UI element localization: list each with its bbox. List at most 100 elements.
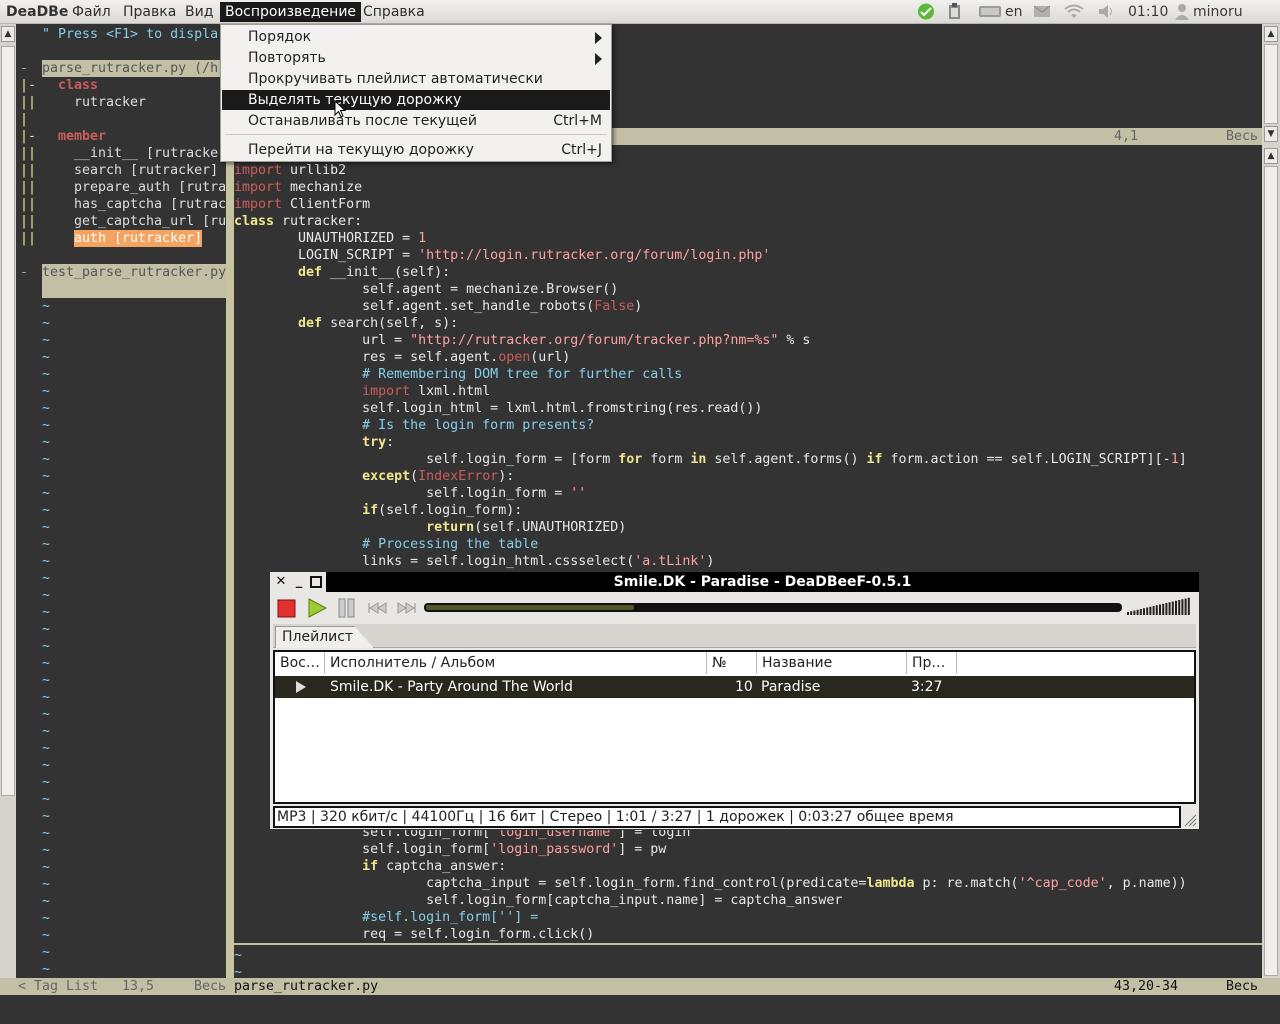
code-line: import urllib2 (234, 163, 347, 178)
column-header-duration[interactable]: Пр… (907, 652, 957, 674)
menu-view[interactable]: Вид (180, 2, 218, 22)
vim-command-line[interactable] (0, 995, 1280, 1024)
menu-file[interactable]: Файл (67, 2, 116, 22)
previous-icon[interactable] (367, 598, 387, 618)
right-scrollbar-thumb-lower[interactable] (1264, 166, 1278, 976)
clipboard-icon[interactable] (946, 3, 964, 20)
left-scrollbar-thumb[interactable] (1, 46, 15, 796)
code-line: self.login_form['login_password'] = pw (234, 842, 667, 857)
keyboard-layout[interactable]: en (1005, 4, 1023, 20)
app-name: DeaDBe (6, 4, 69, 20)
editor-pane[interactable]: 4,1 Весь import urllib2 import mechanize i… (234, 24, 1262, 978)
tab-playlist[interactable]: Плейлист (275, 626, 375, 648)
empty-line-marker: ~ (42, 605, 51, 620)
window-title: Smile.DK - Paradise - DeaDBeeF-0.5.1 (613, 574, 912, 590)
code-line: import ClientForm (234, 197, 371, 212)
menu-item-order[interactable]: Порядок (222, 27, 610, 47)
empty-line-marker: ~ (42, 384, 51, 399)
playback-dropdown-menu[interactable]: Порядок Повторять Прокручивать плейлист … (220, 24, 612, 162)
left-scrollbar[interactable]: ▲ ▼ (0, 24, 16, 998)
volume-icon[interactable] (1097, 3, 1115, 20)
code-line: url = "http://rutracker.org/forum/tracke… (234, 333, 811, 348)
stop-icon[interactable] (277, 598, 297, 618)
menu-edit[interactable]: Правка (118, 2, 181, 22)
taglist-file-1[interactable]: parse_rutracker.py (/h (42, 60, 226, 77)
empty-line-marker: ~ (42, 520, 51, 535)
column-header-title[interactable]: Название (757, 652, 907, 674)
column-header-playing[interactable]: Вос… (275, 652, 325, 674)
empty-line-marker: ~ (42, 690, 51, 705)
taglist-member[interactable]: __init__ [rutracke (74, 145, 218, 162)
empty-line-marker: ~ (42, 452, 51, 467)
menu-item-jump-to-current[interactable]: Перейти на текущую дорожку Ctrl+J (222, 140, 610, 160)
taglist-member[interactable]: get_captcha_url [ru (74, 213, 226, 230)
empty-line-marker: ~ (42, 928, 51, 943)
player-toolbar (270, 594, 1199, 622)
play-icon[interactable] (307, 598, 327, 618)
volume-step (1136, 609, 1139, 615)
table-row[interactable]: Smile.DK - Party Around The World 10 Par… (275, 676, 1194, 698)
user-name[interactable]: minoru (1193, 4, 1243, 20)
taglist-member-selected[interactable]: auth [rutracker] (74, 230, 203, 247)
code-line: # Processing the table (362, 537, 539, 552)
empty-line-marker: ~ (42, 639, 51, 654)
code-line: self.agent = mechanize.Browser() (234, 282, 619, 297)
taglist-class-item[interactable]: rutracker (74, 94, 146, 111)
taglist-member[interactable]: has_captcha [rutrac (74, 196, 226, 213)
empty-line-marker: ~ (42, 758, 51, 773)
code-line: if(self.login_form): (362, 503, 523, 518)
empty-line-marker: ~ (42, 775, 51, 790)
upper-status-pct: Весь (1226, 129, 1259, 144)
scroll-up-arrow-icon[interactable]: ▲ (1264, 26, 1278, 42)
code-line: self.login_form = [form for form in self… (234, 452, 1187, 467)
pause-icon[interactable] (337, 598, 357, 618)
taglist-member[interactable]: search [rutracker] (74, 162, 218, 179)
empty-line-marker: ~ (42, 401, 51, 416)
code-line: req = self.login_form.click() (234, 927, 595, 942)
menu-help[interactable]: Справка (358, 2, 430, 22)
vertical-split-separator[interactable] (226, 24, 234, 978)
empty-line-marker: ~ (42, 350, 51, 365)
playlist-table[interactable]: Вос… Исполнитель / Альбом № Название Пр…… (273, 650, 1196, 804)
network-icon[interactable] (1063, 3, 1085, 20)
window-titlebar[interactable]: ✕ _ Smile.DK - Paradise - DeaDBeeF-0.5.1 (270, 572, 1199, 592)
keyboard-icon[interactable] (978, 3, 1002, 20)
right-scrollbar-thumb-upper[interactable] (1264, 44, 1278, 124)
code-line: if captcha_answer: (362, 859, 507, 874)
deadbeef-window[interactable]: ✕ _ Smile.DK - Paradise - DeaDBeeF-0.5.1… (269, 571, 1200, 830)
taglist-file-2[interactable]: test_parse_rutracker.py (42, 264, 226, 281)
resize-grip-icon[interactable] (1183, 813, 1197, 827)
menu-playback[interactable]: Воспроизведение (220, 2, 362, 22)
close-icon[interactable]: ✕ (274, 574, 288, 589)
mail-icon[interactable] (1033, 3, 1051, 20)
menu-item-repeat[interactable]: Повторять (222, 48, 610, 68)
minimize-icon[interactable]: _ (292, 574, 306, 589)
scroll-down-arrow-icon[interactable]: ▼ (1264, 126, 1278, 142)
menu-item-stop-after-current[interactable]: Останавливать после текущей Ctrl+M (222, 111, 610, 131)
row-artist-album: Smile.DK - Party Around The World (330, 679, 573, 695)
top-panel: DeaDBe Файл Правка Вид Воспроизведение С… (0, 0, 1280, 24)
scroll-up-arrow-icon[interactable]: ▲ (1264, 148, 1278, 164)
next-icon[interactable] (397, 598, 417, 618)
editor-status-pos: 43,20-34 (1114, 979, 1179, 994)
right-scrollbar[interactable]: ▲ ▼ ▲ ▼ (1262, 24, 1280, 998)
empty-line-marker: ~ (42, 435, 51, 450)
taglist-member[interactable]: prepare_auth [rutra (74, 179, 226, 196)
update-manager-icon[interactable] (917, 3, 935, 20)
seek-bar[interactable] (424, 603, 1122, 612)
menu-item-cursor-follows-playback[interactable]: Выделять текущую дорожку (222, 90, 610, 110)
maximize-icon[interactable] (310, 576, 322, 588)
taglist-status-pos: 13,5 (122, 979, 155, 994)
code-line: self.login_html = lxml.html.fromstring(r… (234, 401, 763, 416)
volume-step (1165, 603, 1168, 615)
empty-line-marker: ~ (42, 503, 51, 518)
volume-bar[interactable] (1125, 597, 1193, 615)
column-header-artist-album[interactable]: Исполнитель / Альбом (325, 652, 707, 674)
volume-step (1139, 609, 1142, 615)
menu-separator (225, 134, 607, 135)
column-header-track-number[interactable]: № (707, 652, 757, 674)
scroll-up-arrow-icon[interactable]: ▲ (1, 26, 15, 42)
tag-list-pane[interactable]: " Press <F1> to displa - parse_rutracker… (16, 24, 226, 978)
clock[interactable]: 01:10 (1128, 4, 1168, 20)
menu-item-scroll-follows-playback[interactable]: Прокручивать плейлист автоматически (222, 69, 610, 89)
